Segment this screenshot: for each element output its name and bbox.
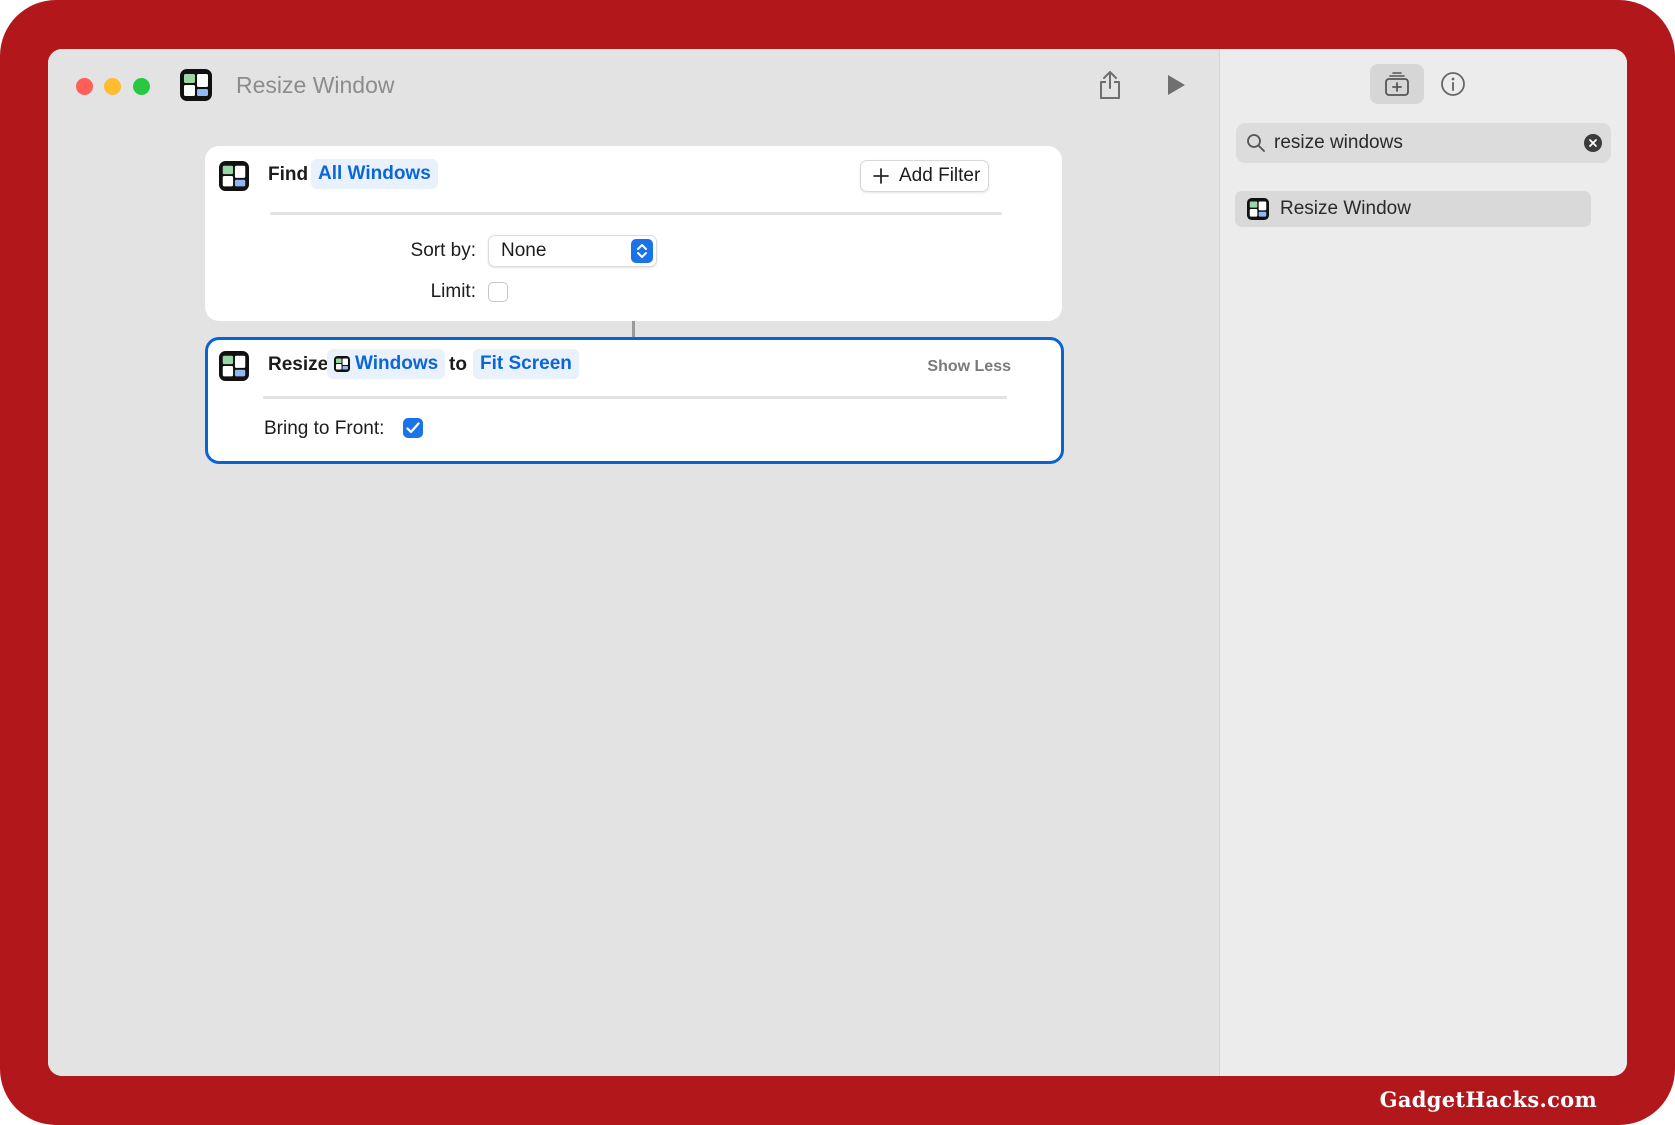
zoom-window-button[interactable] xyxy=(133,78,150,95)
window-title: Resize Window xyxy=(236,72,395,98)
info-icon[interactable] xyxy=(1438,69,1468,99)
minimize-window-button[interactable] xyxy=(104,78,121,95)
bring-to-front-label: Bring to Front: xyxy=(264,418,385,439)
window-manager-icon xyxy=(219,351,249,381)
share-icon[interactable] xyxy=(1096,68,1124,102)
to-label: to xyxy=(449,354,467,375)
clear-icon[interactable] xyxy=(1584,134,1602,152)
bring-to-front-checkbox[interactable] xyxy=(403,418,423,438)
fit-screen-token[interactable]: Fit Screen xyxy=(473,349,579,379)
action-connector xyxy=(632,321,635,337)
window-manager-icon xyxy=(334,356,350,372)
add-filter-button[interactable]: Add Filter xyxy=(860,160,989,192)
resize-window-action[interactable]: Resize Windows to Fit Screen Show Less B… xyxy=(205,337,1064,464)
resize-label: Resize xyxy=(268,354,329,375)
divider xyxy=(263,396,1007,399)
all-windows-token[interactable]: All Windows xyxy=(311,159,438,189)
chevron-updown-icon xyxy=(631,239,653,263)
sort-by-select[interactable]: None xyxy=(488,235,657,267)
result-resize-window[interactable]: Resize Window xyxy=(1235,191,1591,227)
search-icon xyxy=(1247,134,1265,152)
sort-by-label: Sort by: xyxy=(410,240,476,261)
show-less-button[interactable]: Show Less xyxy=(927,358,1011,376)
find-windows-action[interactable]: Find All Windows Add Filter Sort by: Non… xyxy=(205,146,1062,321)
search-field[interactable]: resize windows xyxy=(1236,123,1611,163)
window-manager-icon xyxy=(219,161,249,191)
add-filter-label: Add Filter xyxy=(899,165,981,186)
window-manager-icon xyxy=(1247,198,1269,220)
close-window-button[interactable] xyxy=(76,78,93,95)
result-label: Resize Window xyxy=(1280,198,1411,219)
shortcut-icon[interactable] xyxy=(180,69,212,101)
play-icon[interactable] xyxy=(1163,72,1189,98)
plus-icon xyxy=(873,168,889,184)
action-library-icon[interactable] xyxy=(1370,64,1424,104)
checkmark-icon xyxy=(406,422,420,434)
action-library-sidebar: resize windows Resize Window xyxy=(1219,49,1627,1076)
sort-by-value: None xyxy=(501,240,547,261)
windows-variable-label: Windows xyxy=(355,353,439,374)
shortcuts-window: Resize Window Find All Windows Add Filte… xyxy=(48,49,1627,1076)
search-input[interactable]: resize windows xyxy=(1274,132,1403,154)
limit-label: Limit: xyxy=(430,281,476,302)
editor-pane: Resize Window Find All Windows Add Filte… xyxy=(48,49,1219,1076)
limit-checkbox[interactable] xyxy=(488,282,508,302)
watermark: GadgetHacks.com xyxy=(1379,1087,1597,1112)
divider xyxy=(270,212,1002,215)
windows-variable-token[interactable]: Windows xyxy=(327,349,446,379)
find-label: Find xyxy=(268,164,309,185)
